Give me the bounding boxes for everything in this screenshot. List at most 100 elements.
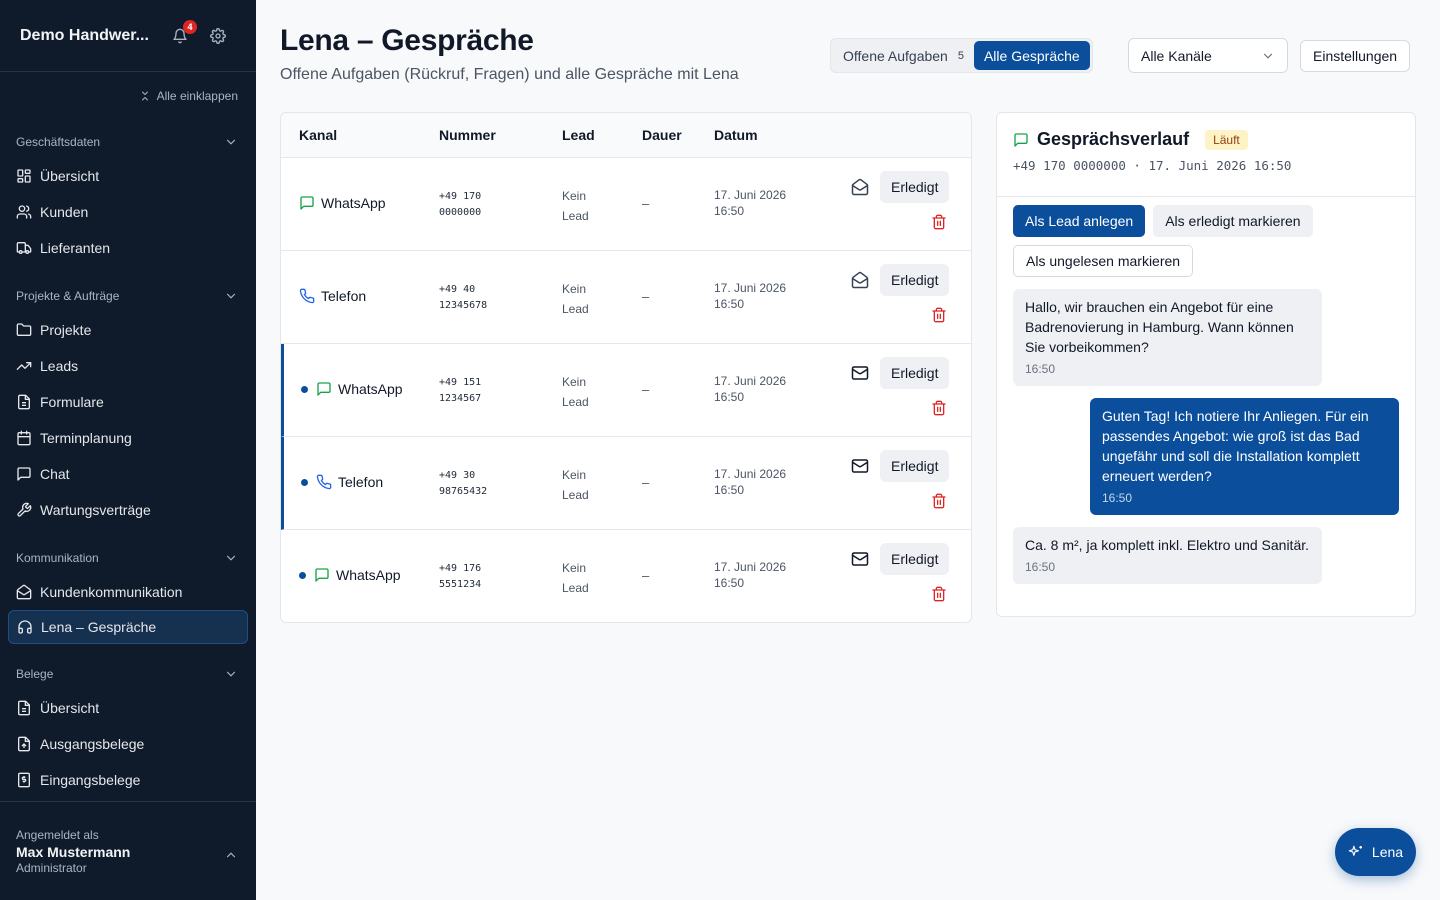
mark-done-button[interactable]: Als erledigt markieren	[1153, 205, 1313, 237]
lead-cell: Kein Lead	[562, 372, 602, 412]
conversation-title: Gesprächsverlauf	[1037, 129, 1190, 149]
date-cell: 17. Juni 2026 16:50	[714, 559, 804, 591]
lead-line: Lead	[562, 581, 589, 595]
sidebar-item-kundenkommunikation[interactable]: Kundenkommunikation	[0, 574, 256, 610]
section-header[interactable]: Projekte & Aufträge	[0, 286, 256, 306]
lead-line: Lead	[562, 488, 589, 502]
channel-select[interactable]: Alle Kanäle	[1128, 38, 1288, 73]
duration-cell: –	[642, 568, 650, 583]
sidebar-item-kunden[interactable]: Kunden	[0, 194, 256, 230]
column-header-datum[interactable]: Datum	[714, 127, 758, 143]
lead-cell: Kein Lead	[562, 558, 602, 598]
settings-gear-button[interactable]	[208, 26, 228, 46]
mark-unread-button[interactable]: Als ungelesen markieren	[1013, 245, 1194, 277]
sidebar-item-uebersicht[interactable]: Übersicht	[0, 158, 256, 194]
mail-icon[interactable]	[851, 457, 869, 475]
trash-icon[interactable]	[931, 400, 947, 416]
collapse-all-button[interactable]: Alle einklappen	[0, 72, 256, 110]
tab-alle-gespraeche[interactable]: Alle Gespräche	[973, 41, 1090, 70]
section-header[interactable]: Geschäftsdaten	[0, 132, 256, 152]
erledigt-button[interactable]: Erledigt	[880, 543, 950, 575]
number-cell: +49 40 12345678	[439, 282, 519, 314]
date-line: 17. Juni 2026	[714, 188, 787, 202]
lead-line: Lead	[562, 395, 589, 409]
sidebar-item-leads[interactable]: Leads	[0, 348, 256, 384]
notifications-button[interactable]: 4	[170, 19, 197, 46]
table-row[interactable]: Telefon +49 30 98765432 Kein Lead – 17. …	[281, 437, 971, 530]
chevron-down-icon	[226, 293, 236, 299]
truck-icon	[16, 242, 32, 254]
date-cell: 17. Juni 2026 16:50	[714, 187, 804, 219]
sidebar-item-terminplanung[interactable]: Terminplanung	[0, 420, 256, 456]
sidebar-item-lena-gespraeche[interactable]: Lena – Gespräche	[8, 610, 248, 644]
tab-label: Alle Gespräche	[983, 47, 1080, 64]
create-lead-button[interactable]: Als Lead anlegen	[1013, 205, 1146, 237]
lead-line: Kein	[562, 189, 587, 203]
channel-label: Telefon	[338, 474, 384, 490]
sidebar-item-projekte[interactable]: Projekte	[0, 312, 256, 348]
table-row[interactable]: Telefon +49 40 12345678 Kein Lead – 17. …	[281, 251, 971, 344]
table-row[interactable]: WhatsApp +49 151 1234567 Kein Lead – 17.…	[281, 344, 971, 437]
erledigt-button[interactable]: Erledigt	[880, 264, 950, 296]
table-row[interactable]: WhatsApp +49 170 0000000 Kein Lead – 17.…	[281, 158, 971, 251]
chevron-up-icon	[226, 852, 236, 858]
number-line: +49 176	[439, 563, 482, 574]
section-header[interactable]: Belege	[0, 664, 256, 684]
section-header[interactable]: Kommunikation	[0, 548, 256, 568]
lead-line: Kein	[562, 282, 587, 296]
lead-line: Kein	[562, 375, 587, 389]
erledigt-button[interactable]: Erledigt	[880, 171, 950, 203]
table-row[interactable]: WhatsApp +49 176 5551234 Kein Lead – 17.…	[281, 530, 971, 622]
column-header-lead[interactable]: Lead	[562, 127, 595, 143]
message-text: Ca. 8 m², ja komplett inkl. Elektro und …	[1025, 537, 1310, 553]
sidebar-item-lieferanten[interactable]: Lieferanten	[0, 230, 256, 266]
lead-line: Lead	[562, 209, 589, 223]
page-subtitle: Offene Aufgaben (Rückruf, Fragen) und al…	[280, 66, 739, 83]
calendar-icon	[17, 430, 31, 446]
sidebar-item-formulare[interactable]: Formulare	[0, 384, 256, 420]
duration-cell: –	[642, 475, 650, 490]
sidebar-item-label: Chat	[40, 466, 70, 482]
channel-select-value: Alle Kanäle	[1141, 47, 1212, 64]
section-title: Belege	[16, 667, 54, 681]
headphones-icon	[18, 620, 32, 634]
trash-icon[interactable]	[931, 586, 947, 602]
column-header-nummer[interactable]: Nummer	[439, 127, 496, 143]
mail-icon[interactable]	[851, 364, 869, 382]
settings-button[interactable]: Einstellungen	[1300, 40, 1411, 72]
sidebar-item-label: Übersicht	[40, 168, 100, 184]
user-menu[interactable]: Angemeldet als Max Mustermann Administra…	[0, 801, 256, 900]
page-title: Lena – Gespräche	[280, 24, 534, 57]
lena-assistant-button[interactable]: Lena	[1335, 828, 1416, 876]
company-name[interactable]: Demo Handwer...	[20, 27, 156, 45]
main-content: Lena – Gespräche Offene Aufgaben (Rückru…	[256, 0, 1440, 900]
channel-cell: WhatsApp	[299, 567, 401, 583]
column-header-kanal[interactable]: Kanal	[299, 127, 337, 143]
erledigt-button[interactable]: Erledigt	[880, 357, 950, 389]
sidebar-item-chat[interactable]: Chat	[0, 456, 256, 492]
sidebar-item-wartungsvertraege[interactable]: Wartungsverträge	[0, 492, 256, 528]
trash-icon[interactable]	[931, 214, 947, 230]
mail-open-icon[interactable]	[851, 178, 869, 196]
sidebar-item-eingangsbelege[interactable]: Eingangsbelege	[0, 762, 256, 798]
open-tasks-count: 5	[957, 49, 964, 62]
section-title: Kommunikation	[16, 551, 99, 565]
column-header-dauer[interactable]: Dauer	[642, 127, 682, 143]
sidebar-item-ausgangsbelege[interactable]: Ausgangsbelege	[0, 726, 256, 762]
unread-dot	[301, 385, 308, 393]
mail-open-icon[interactable]	[851, 271, 869, 289]
mail-icon[interactable]	[851, 550, 869, 568]
collapse-all-label: Alle einklappen	[156, 89, 238, 103]
section-title: Projekte & Aufträge	[16, 289, 120, 303]
sidebar-item-belege-uebersicht[interactable]: Übersicht	[0, 690, 256, 726]
tab-offene-aufgaben[interactable]: Offene Aufgaben 5	[833, 41, 974, 70]
trash-icon[interactable]	[931, 307, 947, 323]
lena-label: Lena	[1371, 844, 1404, 860]
trash-icon[interactable]	[931, 493, 947, 509]
unread-dot	[299, 571, 306, 579]
channel-cell: WhatsApp	[301, 381, 403, 397]
phone-icon	[316, 474, 332, 490]
time-line: 16:50	[714, 390, 745, 404]
erledigt-button[interactable]: Erledigt	[880, 450, 950, 482]
whatsapp-icon	[300, 196, 314, 210]
